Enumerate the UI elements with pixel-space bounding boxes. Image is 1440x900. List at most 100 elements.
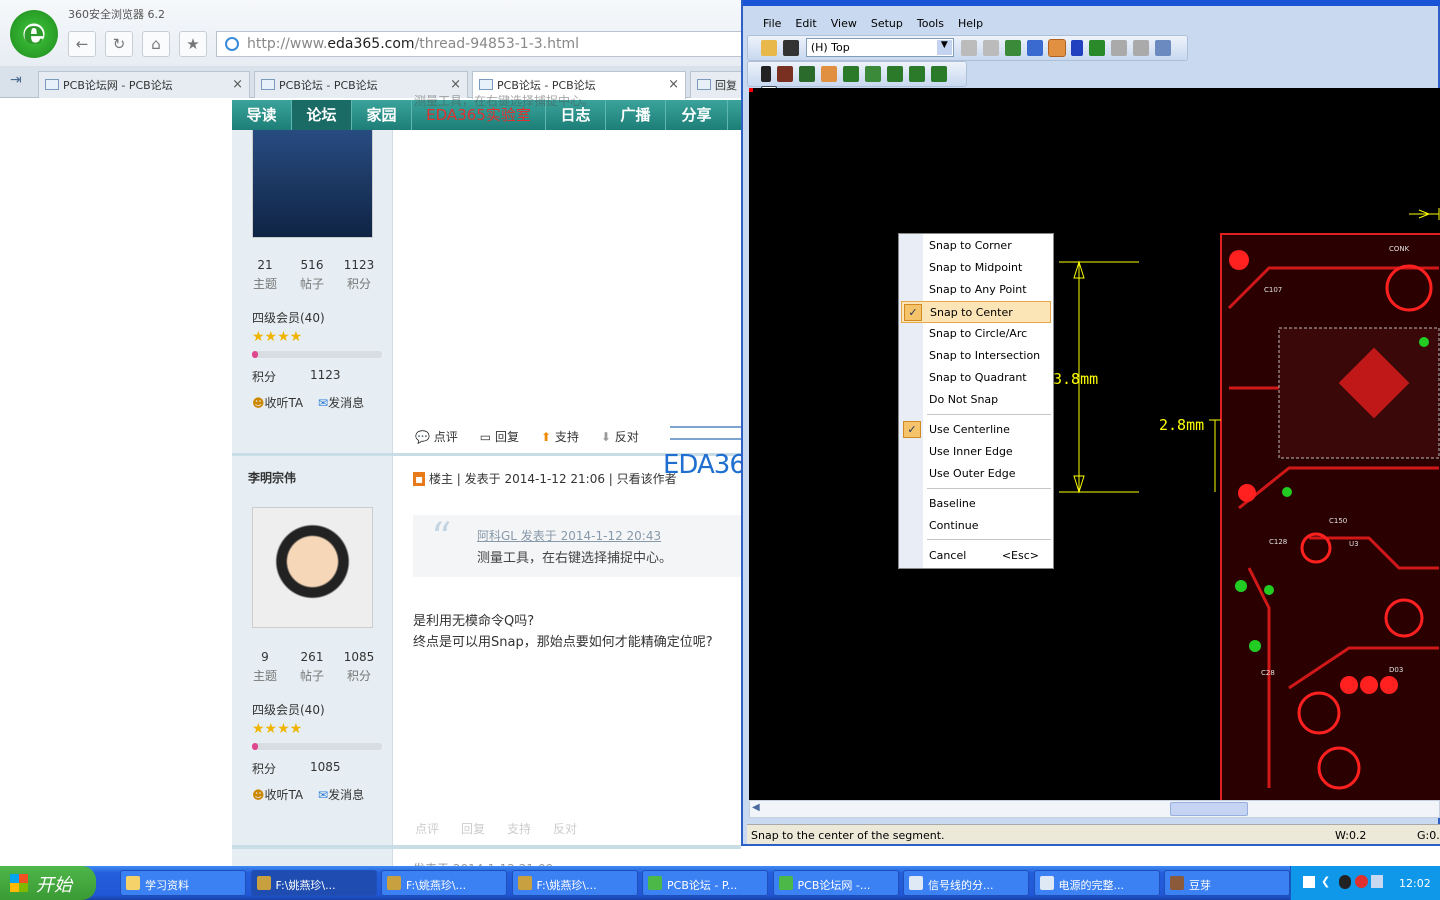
open-icon[interactable] <box>761 40 777 56</box>
redraw-icon[interactable] <box>982 40 999 56</box>
avatar[interactable] <box>252 507 373 628</box>
keepout-icon[interactable] <box>909 66 925 82</box>
follow-link[interactable]: ☻收听TA <box>252 394 303 411</box>
address-bar[interactable]: http://www.eda365.com/thread-94853-1-3.h… <box>216 31 742 57</box>
start-button[interactable]: 开始 <box>0 866 96 900</box>
pcb-canvas[interactable]: CONK C107 C128 U3 C150 C28 D03 3.8mm 2.8mm <box>749 88 1440 800</box>
line-icon[interactable] <box>1070 40 1083 56</box>
reply-button[interactable]: 回复 <box>461 822 485 836</box>
menu-edit[interactable]: Edit <box>795 17 816 30</box>
home-button[interactable]: ⌂ <box>142 31 170 57</box>
ecn-icon[interactable] <box>1088 40 1105 56</box>
layer-select[interactable]: (H) Top ▼ <box>805 38 954 57</box>
quote-author[interactable]: 阿科GL 发表于 2014-1-12 20:43 <box>477 527 661 544</box>
taskbar-item[interactable]: 电源的完整... <box>1033 870 1160 896</box>
menu-setup[interactable]: Setup <box>871 17 903 30</box>
refresh-button[interactable]: ↻ <box>105 31 133 57</box>
message-link[interactable]: ✉发消息 <box>318 394 364 411</box>
nav-broadcast[interactable]: 广播 <box>606 100 666 130</box>
comment-button[interactable]: 💬 点评 <box>415 430 458 444</box>
menu-item-snap-to-center[interactable]: ✓ Snap to Center <box>901 301 1051 323</box>
scrollbar-thumb[interactable] <box>1170 802 1248 816</box>
support-button[interactable]: ⬆ 支持 <box>541 430 579 444</box>
menu-item-snap-to-midpoint[interactable]: Snap to Midpoint <box>901 257 1051 279</box>
follow-link[interactable]: ☻收听TA <box>252 786 303 803</box>
taskbar-item[interactable]: F:\姚燕珍\... <box>250 870 377 896</box>
close-tab-icon[interactable]: × <box>450 77 461 92</box>
menu-item-snap-to-circle-arc[interactable]: Snap to Circle/Arc <box>901 323 1051 345</box>
user-rank[interactable]: 四级会员(40) <box>252 701 325 718</box>
author-name[interactable]: 李明宗伟 <box>232 453 393 488</box>
menu-item-baseline[interactable]: Baseline <box>901 493 1051 515</box>
oppose-button[interactable]: ⬇ 反对 <box>601 430 639 444</box>
comment-button[interactable]: 点评 <box>415 822 439 836</box>
properties-icon[interactable] <box>960 40 977 56</box>
nav-guide[interactable]: 导读 <box>232 100 292 130</box>
taskbar-item[interactable]: F:\姚燕珍\... <box>511 870 638 896</box>
taskbar-item[interactable]: 豆芽 <box>1164 870 1290 896</box>
menu-item-label: Snap to Center <box>930 306 1013 319</box>
mail-icon: ✉ <box>318 788 329 802</box>
keyboard-icon[interactable] <box>1303 876 1315 888</box>
copper-cutout-icon[interactable] <box>865 66 881 82</box>
menu-help[interactable]: Help <box>958 17 983 30</box>
menu-item-do-not-snap[interactable]: Do Not Snap <box>901 389 1051 411</box>
nav-forum[interactable]: 论坛 <box>292 100 352 130</box>
undo-icon[interactable] <box>1110 40 1127 56</box>
user-rank[interactable]: 四级会员(40) <box>252 309 325 326</box>
taskbar-item[interactable]: F:\姚燕珍\... <box>381 870 507 896</box>
message-link[interactable]: ✉发消息 <box>318 786 364 803</box>
sidebar-toggle-icon[interactable]: ⇥ <box>10 72 22 88</box>
menu-file[interactable]: File <box>763 17 781 30</box>
oppose-button[interactable]: 反对 <box>553 822 577 836</box>
taskbar-item[interactable]: PCB论坛网 -... <box>772 870 899 896</box>
taskbar-item[interactable]: 信号线的分... <box>903 870 1029 896</box>
chevron-left-icon[interactable]: ❮ <box>1321 875 1330 888</box>
menu-item-cancel[interactable]: Cancel <Esc> <box>901 545 1051 567</box>
support-button[interactable]: 支持 <box>507 822 531 836</box>
pads-layout-window: File Edit View Setup Tools Help (H) Top ▼ CONK… <box>741 0 1440 846</box>
mail-icon: ✉ <box>318 396 329 410</box>
chevron-down-icon[interactable]: ▼ <box>936 40 952 55</box>
select-arrow-icon[interactable] <box>761 66 771 82</box>
menu-item-use-outer-edge[interactable]: Use Outer Edge <box>901 463 1051 485</box>
taskbar-item[interactable]: 学习资料 <box>120 870 246 896</box>
menu-item-use-inner-edge[interactable]: Use Inner Edge <box>901 441 1051 463</box>
qq-icon[interactable] <box>1339 875 1351 889</box>
save-icon[interactable] <box>783 40 799 56</box>
hatch-icon[interactable] <box>931 66 947 82</box>
menu-item-continue[interactable]: Continue <box>901 515 1051 537</box>
menu-item-snap-to-corner[interactable]: Snap to Corner <box>901 235 1051 257</box>
close-tab-icon[interactable]: × <box>668 77 679 92</box>
horizontal-scrollbar[interactable]: ◀ <box>749 800 1440 818</box>
back-button[interactable]: ← <box>68 31 96 57</box>
favorite-button[interactable]: ★ <box>179 31 207 57</box>
taskbar-item[interactable]: PCB论坛 - P... <box>642 870 768 896</box>
redo-icon[interactable] <box>1132 40 1149 56</box>
security-tray-icon[interactable] <box>1355 875 1368 888</box>
menu-tools[interactable]: Tools <box>917 17 944 30</box>
nav-home[interactable]: 家园 <box>352 100 412 130</box>
dimension-icon[interactable] <box>821 66 837 82</box>
menu-item-use-centerline[interactable]: ✓ Use Centerline <box>901 419 1051 441</box>
component-icon[interactable] <box>777 66 793 82</box>
avatar[interactable] <box>252 120 373 238</box>
menu-item-snap-to-quadrant[interactable]: Snap to Quadrant <box>901 367 1051 389</box>
menu-item-snap-to-intersection[interactable]: Snap to Intersection <box>901 345 1051 367</box>
reply-button[interactable]: ▭ 回复 <box>480 430 519 444</box>
volume-icon[interactable] <box>1371 875 1383 888</box>
design-icon[interactable] <box>1004 40 1021 56</box>
board-outline-icon[interactable] <box>799 66 815 82</box>
drafting-icon[interactable] <box>1047 39 1066 57</box>
title-bar[interactable] <box>743 0 1440 6</box>
menu-view[interactable]: View <box>831 17 857 30</box>
tab[interactable]: PCB论坛网 - PCB论坛 × <box>38 71 250 98</box>
menu-item-snap-to-any-point[interactable]: Snap to Any Point <box>901 279 1051 301</box>
route-icon[interactable] <box>1026 40 1043 56</box>
close-tab-icon[interactable]: × <box>232 77 243 92</box>
scroll-left-icon[interactable]: ◀ <box>752 802 766 816</box>
zoom-icon[interactable] <box>1154 40 1171 56</box>
nav-share[interactable]: 分享 <box>666 100 728 130</box>
copper-icon[interactable] <box>843 66 859 82</box>
area-icon[interactable] <box>887 66 903 82</box>
